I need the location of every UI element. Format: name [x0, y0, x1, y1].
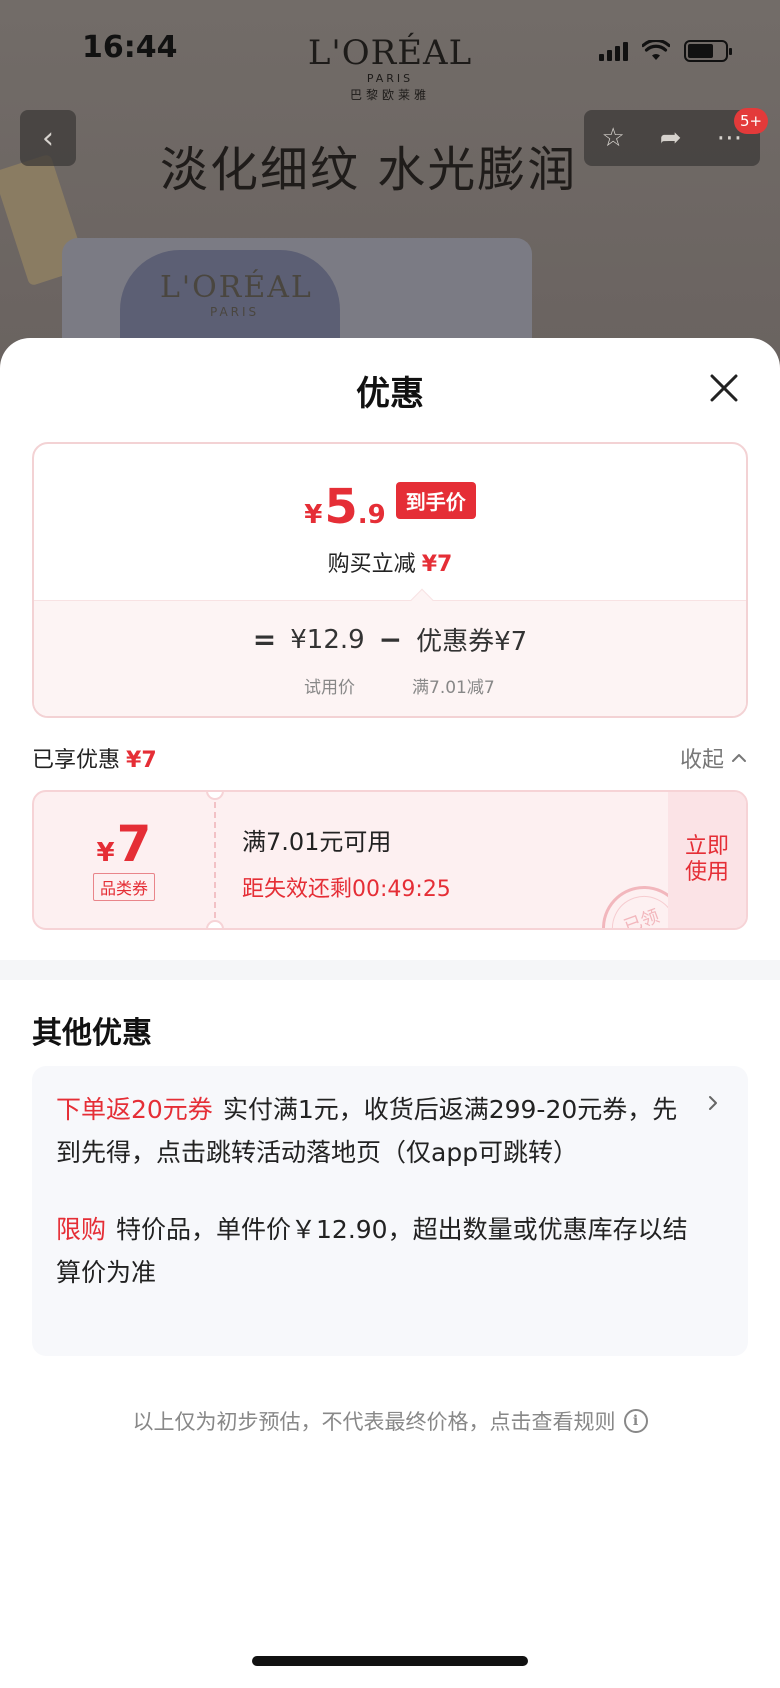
- brand-cn: 巴黎欧莱雅: [349, 88, 430, 102]
- coupon-amount: ¥ 7: [97, 819, 152, 869]
- trial-price: ¥12.9: [290, 624, 365, 655]
- price-formula: = ¥12.9 − 优惠券¥7 试用价 满7.01减7: [34, 588, 746, 716]
- close-icon[interactable]: [704, 368, 744, 408]
- battery-icon: [684, 40, 732, 62]
- final-price-row: ¥ 5 .9 到手价: [34, 482, 746, 531]
- coupon-currency: ¥: [96, 838, 115, 868]
- final-price: ¥ 5 .9: [304, 483, 385, 531]
- stamp-text: 已领: [621, 905, 663, 930]
- enjoyed-discount-row: 已享优惠 ¥7 收起: [32, 738, 748, 778]
- wifi-icon: [642, 40, 670, 60]
- cellular-signal-icon: [599, 41, 628, 61]
- saving-value: ¥7: [421, 552, 453, 577]
- sheet-title: 优惠: [356, 374, 424, 414]
- trial-price-label: 试用价: [304, 678, 355, 698]
- coupon-amount-block: ¥ 7 品类券: [34, 792, 214, 928]
- product-box-sub: PARIS: [210, 305, 260, 319]
- product-box-brand: L'ORÉAL: [160, 270, 313, 305]
- collapse-label: 收起: [679, 748, 724, 773]
- enjoyed-label-group: 已享优惠 ¥7: [32, 742, 157, 774]
- formula-row: = ¥12.9 − 优惠券¥7: [34, 621, 746, 658]
- price-card: ¥ 5 .9 到手价 购买立减 ¥7 = ¥12.9 − 优惠券¥7 试用价 满7…: [32, 442, 748, 718]
- final-price-tag: 到手价: [395, 482, 476, 519]
- footnote-link[interactable]: 以上仅为初步预估，不代表最终价格，点击查看规则 i: [0, 1406, 780, 1436]
- discount-sheet: 优惠 ¥ 5 .9 到手价 购买立减 ¥7 = ¥12.9 − 优惠券¥7 试用…: [0, 338, 780, 1688]
- final-int: 5: [324, 479, 358, 535]
- coupon-details: 满7.01元可用 距失效还剩00:49:25: [242, 822, 451, 903]
- other-offers-title: 其他优惠: [32, 1016, 152, 1051]
- coupon-cut: [206, 920, 224, 928]
- collapse-button[interactable]: 收起: [680, 742, 748, 774]
- notification-badge: 5+: [734, 108, 769, 134]
- coupon-value: 7: [116, 815, 152, 873]
- price-top: ¥ 5 .9 到手价 购买立减 ¥7: [34, 444, 746, 600]
- info-icon: i: [623, 1409, 648, 1433]
- status-icons: [599, 40, 732, 62]
- product-heading: 淡化细纹 水光膨润: [160, 142, 578, 198]
- section-divider: [0, 960, 780, 980]
- coupon-card: ¥ 7 品类券 满7.01元可用 距失效还剩00:49:25 已领 立即使用: [32, 790, 748, 930]
- brand-logo: L'ORÉAL PARIS 巴黎欧莱雅: [300, 36, 480, 103]
- offer-tag: 限购: [56, 1215, 107, 1244]
- equals-sign: =: [252, 623, 277, 656]
- use-now-label: 立即使用: [684, 833, 729, 885]
- product-page-background: L'ORÉAL PARIS 16:44 L'ORÉAL PARIS 巴黎欧莱雅 …: [0, 0, 780, 360]
- saving-label: 购买立减: [327, 552, 416, 577]
- footnote-text: 以上仅为初步预估，不代表最终价格，点击查看规则: [132, 1410, 616, 1434]
- coupon-deduction: 优惠券¥7: [416, 627, 528, 657]
- coupon-divider: [214, 792, 216, 928]
- home-indicator: [252, 1656, 528, 1666]
- back-button[interactable]: ‹: [20, 110, 76, 166]
- coupon-condition: 满7.01元可用: [242, 828, 392, 856]
- status-time: 16:44: [82, 30, 178, 65]
- coupon-type-badge: 品类券: [92, 873, 155, 901]
- brand-name: L'ORÉAL: [307, 33, 473, 73]
- chevron-up-icon: [732, 754, 746, 762]
- back-icon: ‹: [42, 120, 54, 156]
- minus-sign: −: [378, 623, 403, 656]
- use-now-button[interactable]: 立即使用: [668, 792, 746, 928]
- coupon-timer: 距失效还剩00:49:25: [242, 877, 451, 902]
- offer-text: 特价品，单件价￥12.90，超出数量或优惠库存以结算价为准: [56, 1215, 688, 1287]
- brand-sub: PARIS: [366, 72, 414, 85]
- enjoyed-label: 已享优惠: [32, 748, 121, 773]
- final-dec: .9: [357, 500, 386, 530]
- offer-tag: 下单返20元券: [56, 1095, 213, 1124]
- share-icon[interactable]: ➦: [660, 123, 682, 153]
- offer-item-limit: 限购 特价品，单件价￥12.90，超出数量或优惠库存以结算价为准: [56, 1208, 696, 1294]
- offer-item-cashback[interactable]: 下单返20元券 实付满1元，收货后返满299-20元券，先到先得，点击跳转活动落地…: [56, 1088, 696, 1174]
- other-offers-card: 下单返20元券 实付满1元，收货后返满299-20元券，先到先得，点击跳转活动落地…: [32, 1066, 748, 1356]
- chevron-right-icon[interactable]: [704, 1094, 722, 1112]
- saving-row: 购买立减 ¥7: [34, 546, 746, 578]
- coupon-rule-label: 满7.01减7: [412, 678, 495, 698]
- final-currency: ¥: [304, 500, 323, 530]
- enjoyed-value: ¥7: [126, 748, 157, 773]
- star-icon[interactable]: ☆: [601, 123, 624, 153]
